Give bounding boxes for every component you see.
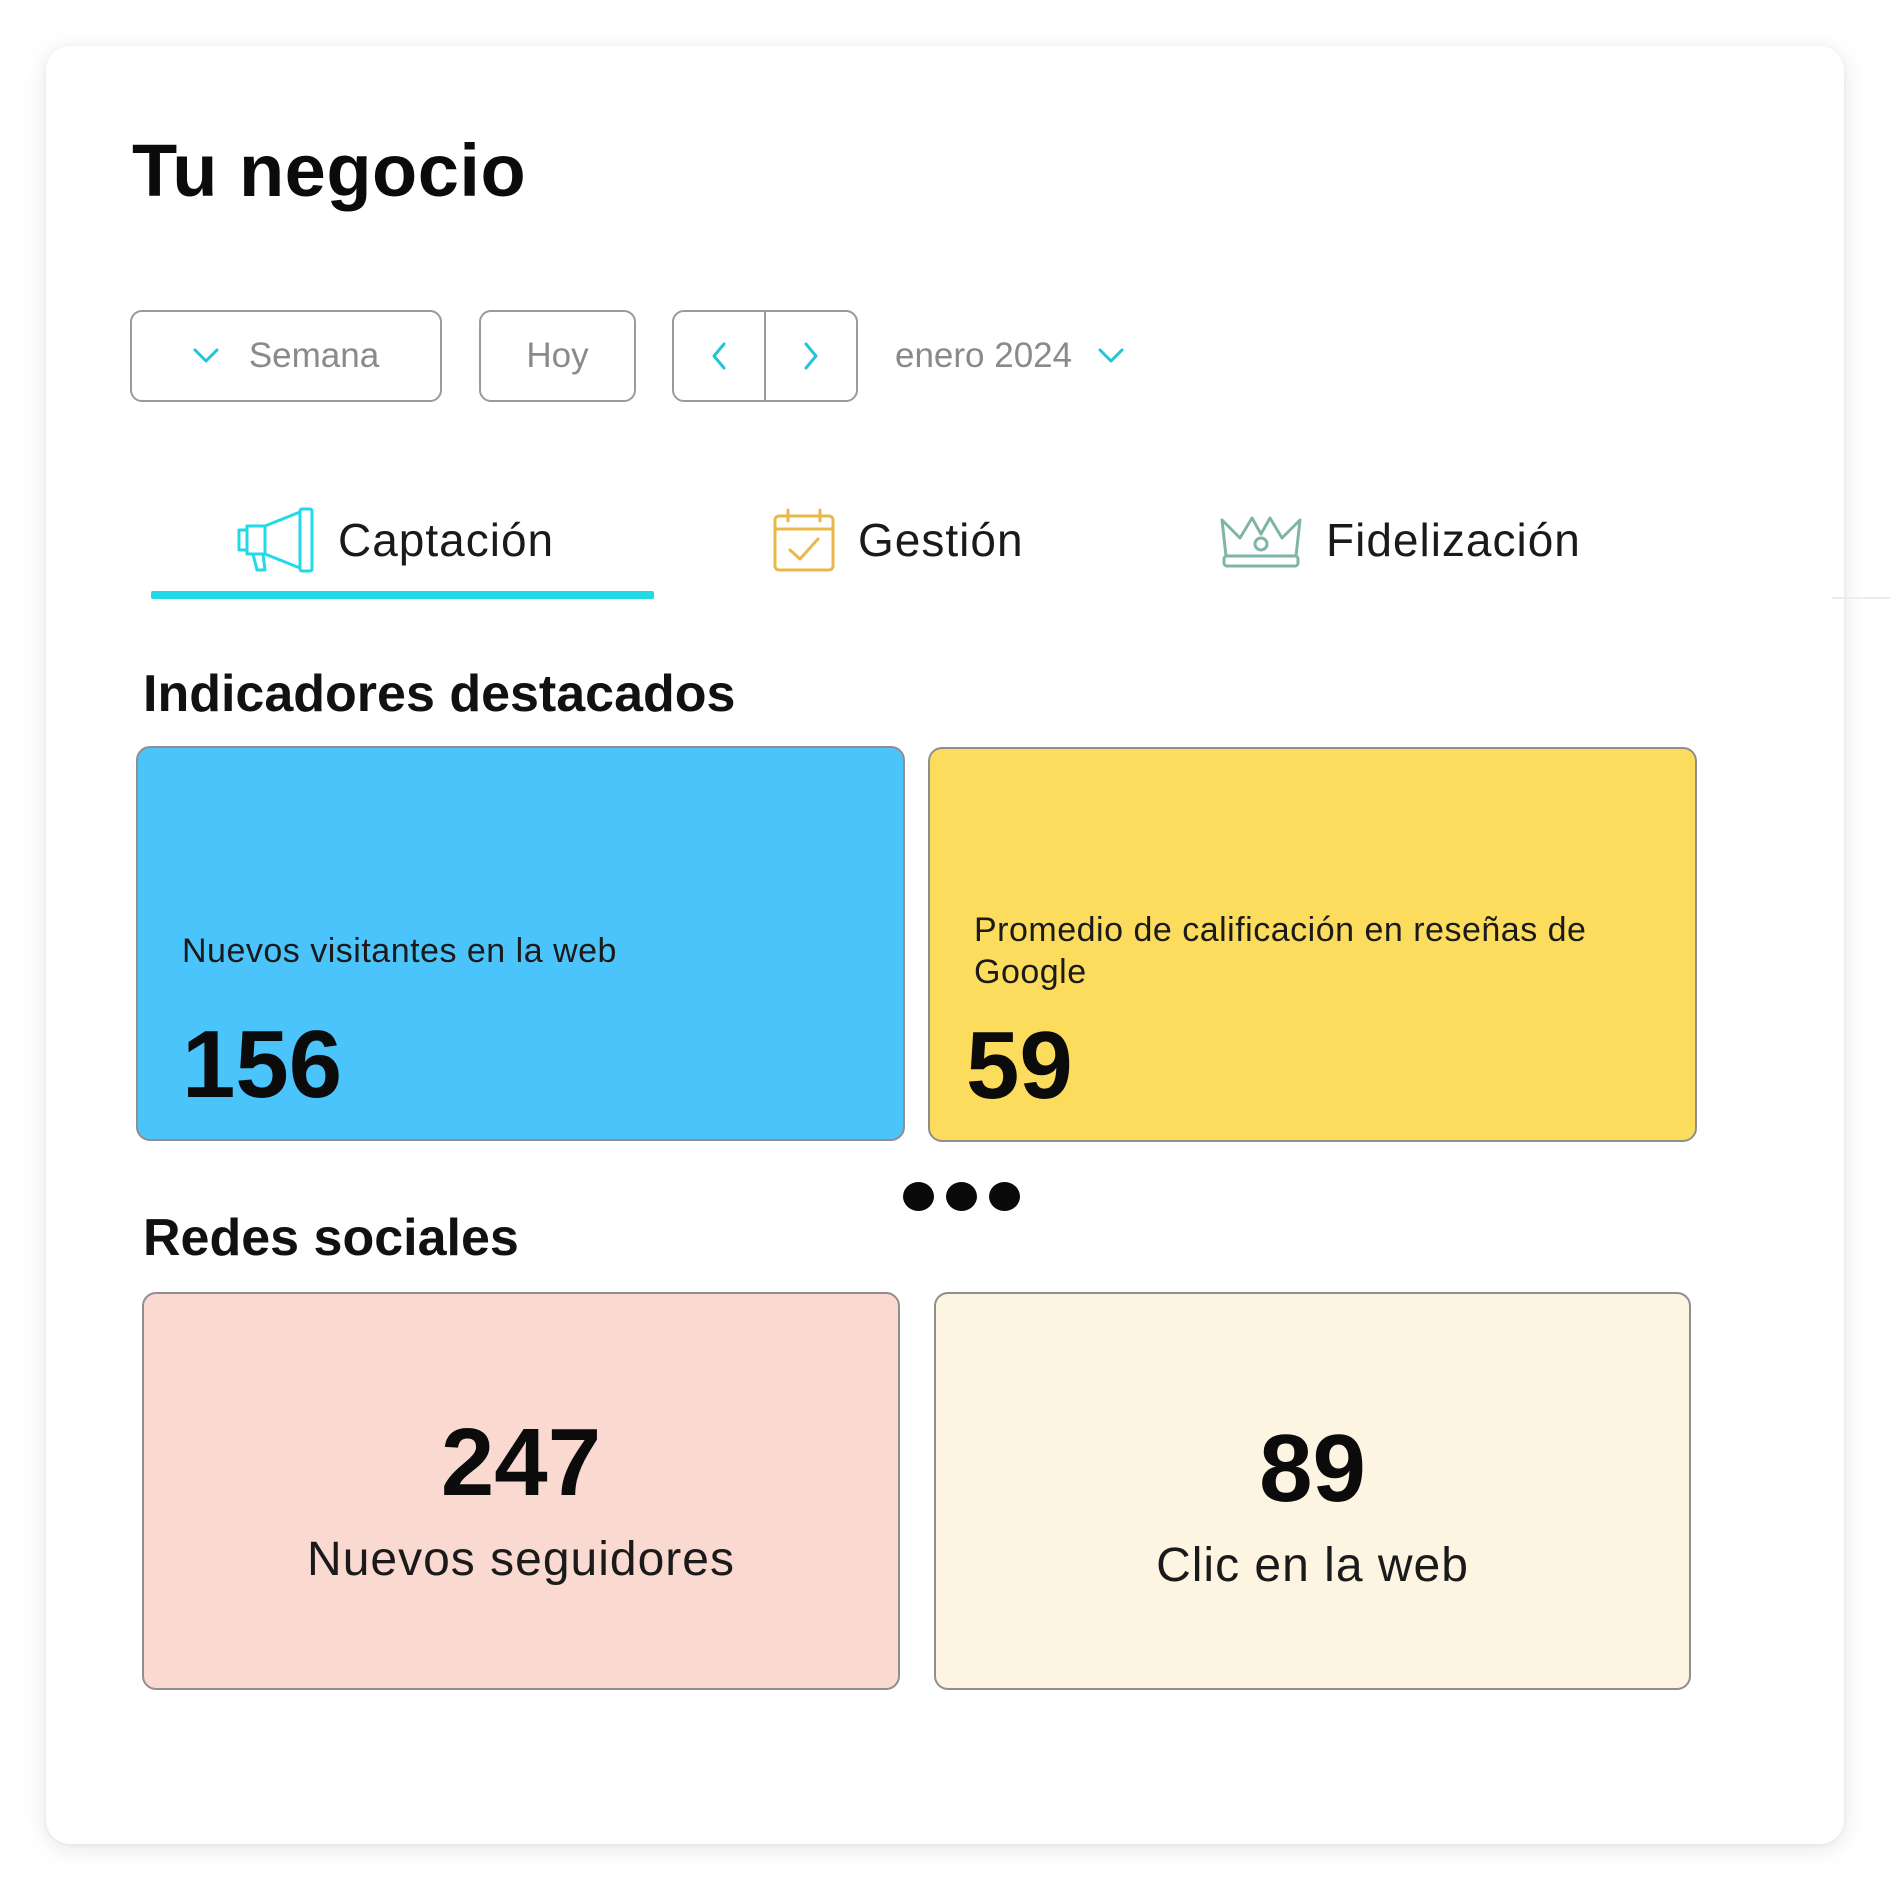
- period-dropdown[interactable]: Semana: [130, 310, 442, 402]
- social-card-followers[interactable]: 247 Nuevos seguidores: [142, 1292, 900, 1690]
- month-label: enero 2024: [895, 336, 1073, 375]
- month-selector[interactable]: enero 2024: [895, 310, 1124, 402]
- active-tab-indicator: [151, 591, 654, 599]
- social-card-clicks[interactable]: 89 Clic en la web: [934, 1292, 1691, 1690]
- dot: [989, 1182, 1020, 1211]
- crown-icon: [1220, 516, 1302, 568]
- kpi-label: Nuevos visitantes en la web: [182, 932, 617, 970]
- tab-label: Captación: [338, 514, 555, 566]
- social-value: 89: [1259, 1415, 1366, 1522]
- calendar-check-icon: [773, 508, 835, 572]
- tab-captacion[interactable]: Captación: [236, 500, 554, 580]
- today-label: Hoy: [526, 336, 589, 375]
- tab-gestion[interactable]: Gestión: [772, 500, 1024, 580]
- tab-label: Fidelización: [1326, 514, 1581, 566]
- next-button[interactable]: [764, 312, 856, 400]
- kpi-card-visitors[interactable]: Nuevos visitantes en la web 156: [136, 746, 905, 1141]
- tabs-divider: [1832, 597, 1890, 599]
- social-value: 247: [440, 1409, 602, 1516]
- chevron-left-icon: [712, 342, 726, 370]
- previous-button[interactable]: [674, 312, 764, 400]
- chevron-down-icon: [1098, 348, 1124, 363]
- more-indicator-dots[interactable]: [903, 1182, 1020, 1211]
- dot: [946, 1182, 977, 1211]
- today-button[interactable]: Hoy: [479, 310, 636, 402]
- tab-fidelizacion[interactable]: Fidelización: [1218, 500, 1581, 580]
- section-title-highlights: Indicadores destacados: [143, 665, 736, 723]
- megaphone-icon: [237, 507, 314, 573]
- social-label: Nuevos seguidores: [307, 1533, 735, 1586]
- kpi-value: 59: [966, 1012, 1073, 1119]
- page-title: Tu negocio: [132, 129, 527, 212]
- chevron-right-icon: [804, 342, 818, 370]
- tab-label: Gestión: [858, 514, 1024, 566]
- section-title-social: Redes sociales: [143, 1209, 519, 1267]
- kpi-label: Promedio de calificación en reseñas de G…: [974, 911, 1587, 991]
- dot: [903, 1182, 934, 1211]
- social-label: Clic en la web: [1156, 1539, 1469, 1592]
- kpi-card-reviews[interactable]: Promedio de calificación en reseñas de G…: [928, 747, 1697, 1142]
- period-label: Semana: [248, 336, 380, 375]
- date-navigation: [672, 310, 858, 402]
- chevron-down-icon: [193, 348, 219, 363]
- kpi-value: 156: [182, 1011, 343, 1118]
